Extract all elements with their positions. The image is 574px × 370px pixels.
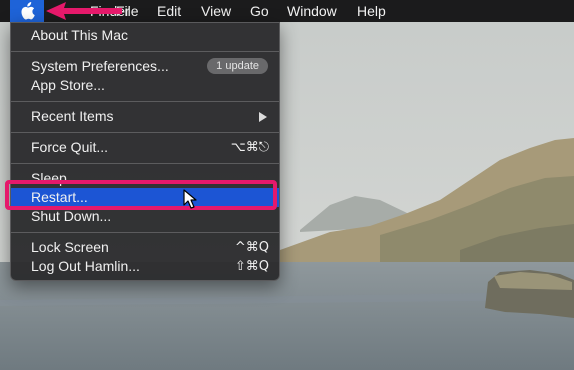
menu-item-about-this-mac[interactable]: About This Mac	[11, 26, 279, 45]
menu-item-log-out[interactable]: Log Out Hamlin... ⇧⌘Q	[11, 257, 279, 276]
menu-item-force-quit[interactable]: Force Quit... ⌥⌘⎋	[11, 138, 279, 157]
menubar-view[interactable]: View	[197, 0, 235, 22]
menu-item-label: App Store...	[31, 77, 105, 93]
menu-item-recent-items[interactable]: Recent Items	[11, 107, 279, 126]
menu-item-label: About This Mac	[31, 27, 129, 43]
menubar-help[interactable]: Help	[353, 0, 390, 22]
menu-item-label: Force Quit...	[31, 139, 109, 155]
menu-separator	[11, 232, 279, 233]
menubar-go[interactable]: Go	[246, 0, 273, 22]
menu-separator	[11, 132, 279, 133]
mouse-cursor-icon	[183, 189, 197, 209]
apple-logo-icon	[21, 2, 35, 20]
menu-separator	[11, 163, 279, 164]
menu-item-system-preferences[interactable]: System Preferences... 1 update	[11, 57, 279, 76]
menu-item-label: System Preferences...	[31, 58, 169, 74]
keyboard-shortcut: ⇧⌘Q	[234, 259, 269, 274]
keyboard-shortcut: ⌥⌘⎋	[230, 140, 269, 155]
menubar-edit[interactable]: Edit	[153, 0, 185, 22]
menubar-window[interactable]: Window	[283, 0, 341, 22]
menu-item-label: Lock Screen	[31, 239, 109, 255]
annotation-arrow-icon	[46, 2, 122, 20]
menu-item-label: Recent Items	[31, 108, 114, 124]
submenu-arrow-icon	[259, 112, 267, 122]
update-badge: 1 update	[207, 58, 268, 74]
apple-menu-button[interactable]	[10, 0, 44, 22]
menu-separator	[11, 51, 279, 52]
menu-item-app-store[interactable]: App Store...	[11, 76, 279, 95]
keyboard-shortcut: ^⌘Q	[234, 240, 269, 255]
apple-menu: About This Mac System Preferences... 1 u…	[10, 22, 280, 281]
menu-item-label: Log Out Hamlin...	[31, 258, 140, 274]
menu-separator	[11, 101, 279, 102]
menu-item-lock-screen[interactable]: Lock Screen ^⌘Q	[11, 238, 279, 257]
annotation-highlight-box	[5, 180, 277, 210]
